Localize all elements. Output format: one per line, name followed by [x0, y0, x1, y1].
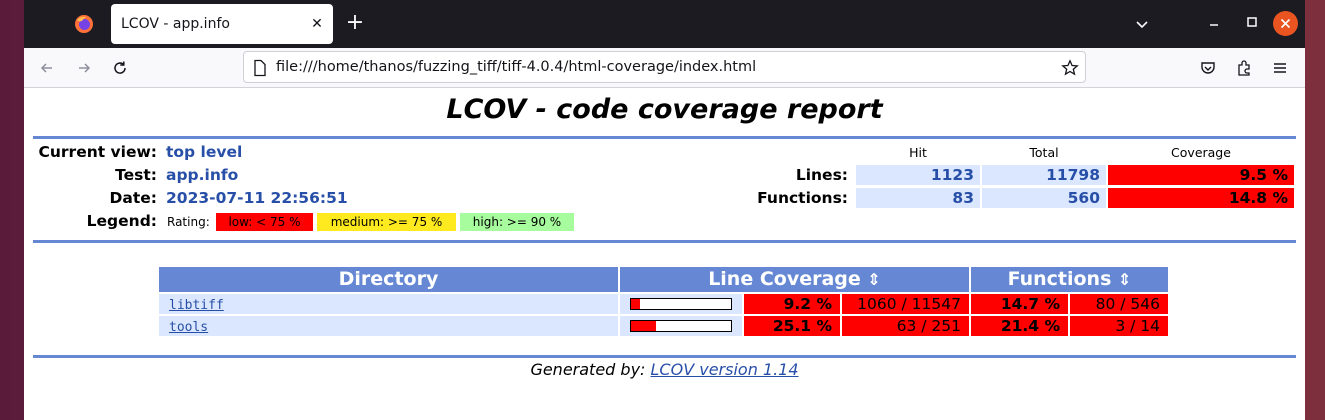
function-coverage-counts: 80 / 546: [1070, 294, 1168, 314]
current-view-label: Current view:: [38, 143, 158, 161]
coverage-bar-cell: [620, 294, 742, 314]
tab-lcov[interactable]: LCOV - app.info ✕: [111, 4, 333, 44]
page-icon: [254, 59, 266, 77]
lines-hit: 1123: [856, 165, 980, 185]
address-bar[interactable]: file:///home/thanos/fuzzing_tiff/tiff-4.…: [243, 51, 1086, 83]
line-coverage-header[interactable]: Line Coverage ⇕: [620, 267, 969, 292]
functions-header-label: Functions: [1007, 268, 1112, 290]
reload-icon[interactable]: [110, 58, 130, 78]
window-close-button[interactable]: [1273, 11, 1298, 36]
date-label: Date:: [109, 189, 157, 207]
navigation-bar: file:///home/thanos/fuzzing_tiff/tiff-4.…: [24, 48, 1305, 88]
coverage-bar-cell: [620, 316, 742, 336]
lines-total: 11798: [982, 165, 1106, 185]
col-hit-header: Hit: [909, 145, 927, 160]
minimize-icon[interactable]: [1204, 12, 1224, 32]
new-tab-button[interactable]: +: [344, 12, 366, 35]
tab-bar: LCOV - app.info ✕ +: [24, 0, 1305, 48]
footer-prefix: Generated by:: [530, 360, 651, 379]
function-coverage-pct: 14.7 %: [971, 294, 1068, 314]
directory-link-tools[interactable]: tools: [159, 320, 208, 335]
directory-link-libtiff[interactable]: libtiff: [159, 298, 224, 313]
coverage-bar: [630, 320, 732, 332]
close-icon: [1280, 18, 1291, 29]
url-text[interactable]: file:///home/thanos/fuzzing_tiff/tiff-4.…: [276, 59, 756, 75]
menu-icon[interactable]: [1270, 58, 1290, 78]
extensions-icon[interactable]: [1234, 58, 1254, 78]
browser-window: LCOV - app.info ✕ + file:///home/thanos/…: [24, 0, 1305, 420]
functions-header[interactable]: Functions ⇕: [971, 267, 1168, 292]
test-label: Test:: [115, 166, 157, 184]
line-coverage-counts: 63 / 251: [842, 316, 969, 336]
divider: [33, 240, 1296, 243]
divider: [33, 136, 1296, 139]
bookmark-star-icon[interactable]: [1061, 59, 1079, 77]
directory-header: Directory: [159, 267, 618, 292]
page-content: LCOV - code coverage report Current view…: [24, 88, 1305, 420]
date-value: 2023-07-11 22:56:51: [166, 189, 348, 207]
divider: [33, 355, 1296, 358]
table-row: libtiff: [159, 294, 618, 314]
functions-total: 560: [982, 188, 1106, 208]
current-view-link[interactable]: top level: [166, 143, 242, 161]
chevron-down-icon[interactable]: [1132, 14, 1152, 34]
legend-medium: medium: >= 75 %: [317, 213, 456, 231]
maximize-icon[interactable]: [1242, 12, 1262, 32]
lcov-version-link[interactable]: LCOV version 1.14: [651, 360, 799, 379]
test-value: app.info: [166, 166, 239, 184]
forward-arrow-icon[interactable]: [74, 58, 94, 78]
functions-label: Functions:: [757, 189, 848, 207]
firefox-icon[interactable]: [74, 14, 94, 34]
functions-coverage: 14.8 %: [1108, 188, 1294, 208]
table-row: tools: [159, 316, 618, 336]
back-arrow-icon[interactable]: [37, 58, 57, 78]
functions-hit: 83: [856, 188, 980, 208]
tab-title: LCOV - app.info: [121, 16, 230, 32]
footer: Generated by: LCOV version 1.14: [24, 360, 1305, 379]
rating-label: Rating:: [167, 215, 210, 229]
line-coverage-pct: 25.1 %: [744, 316, 840, 336]
legend-low: low: < 75 %: [216, 213, 313, 231]
close-tab-icon[interactable]: ✕: [309, 16, 325, 32]
col-total-header: Total: [1029, 145, 1059, 160]
line-coverage-header-label: Line Coverage: [708, 268, 861, 290]
lines-label: Lines:: [795, 166, 848, 184]
coverage-bar-fill: [631, 299, 641, 309]
coverage-bar: [630, 298, 732, 310]
legend-label: Legend:: [86, 212, 157, 230]
function-coverage-pct: 21.4 %: [971, 316, 1068, 336]
col-coverage-header: Coverage: [1171, 145, 1231, 160]
sort-icon[interactable]: ⇕: [1118, 270, 1131, 289]
pocket-icon[interactable]: [1198, 58, 1218, 78]
page-title: LCOV - code coverage report: [446, 94, 883, 125]
line-coverage-counts: 1060 / 11547: [842, 294, 969, 314]
line-coverage-pct: 9.2 %: [744, 294, 840, 314]
function-coverage-counts: 3 / 14: [1070, 316, 1168, 336]
sort-icon[interactable]: ⇕: [867, 270, 880, 289]
legend-high: high: >= 90 %: [460, 213, 574, 231]
coverage-bar-fill: [631, 321, 657, 331]
lines-coverage: 9.5 %: [1108, 165, 1294, 185]
